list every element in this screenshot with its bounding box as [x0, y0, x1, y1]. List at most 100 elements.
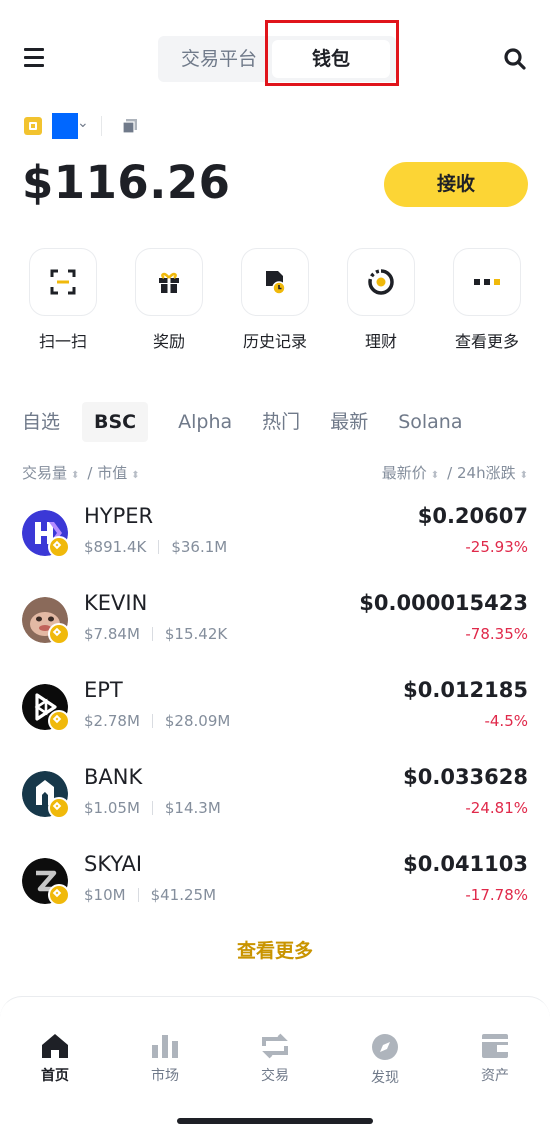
- compass-icon: [372, 1034, 398, 1060]
- quick-action-label: 查看更多: [454, 332, 519, 351]
- nav-label: 首页: [41, 1068, 69, 1084]
- bnb-chain-badge-icon: [48, 623, 70, 645]
- token-change: -78.35%: [465, 625, 528, 643]
- chart-icon: [152, 1035, 178, 1058]
- sort-icon[interactable]: ⬍: [431, 470, 439, 481]
- quick-action-rewards[interactable]: 奖励: [133, 248, 205, 352]
- token-stats: $10M $41.25M: [84, 886, 216, 904]
- bnb-chain-badge-icon: [48, 884, 70, 906]
- home-icon: [42, 1034, 68, 1058]
- token-mcap: $28.09M: [164, 712, 231, 730]
- token-mcap: $41.25M: [150, 886, 217, 904]
- tab-watchlist[interactable]: 自选: [22, 402, 60, 442]
- nav-home[interactable]: 首页: [15, 1033, 95, 1085]
- copy-icon[interactable]: [122, 118, 138, 134]
- token-volume: $891.4K: [84, 538, 147, 556]
- token-symbol: BANK: [84, 765, 143, 789]
- sort-change[interactable]: 24h涨跌: [457, 464, 516, 482]
- token-volume: $10M: [84, 886, 126, 904]
- column-header-right: 最新价 ⬍/ 24h涨跌 ⬍: [381, 464, 528, 482]
- search-icon[interactable]: [503, 47, 527, 71]
- token-price: $0.033628: [403, 765, 528, 789]
- receive-button[interactable]: 接收: [384, 162, 528, 207]
- history-icon: [266, 271, 286, 295]
- token-volume: $2.78M: [84, 712, 140, 730]
- token-symbol: HYPER: [84, 504, 154, 528]
- wallet-account-icon[interactable]: [24, 117, 42, 135]
- column-header-left: 交易量 ⬍ / 市值 ⬍: [22, 464, 140, 482]
- token-mcap: $14.3M: [164, 799, 221, 817]
- token-row-bank[interactable]: BANK $1.05M $14.3M $0.033628 -24.81%: [0, 765, 550, 858]
- market-tabs: 自选 BSC Alpha 热门 最新 Solana: [22, 402, 493, 442]
- tab-hot[interactable]: 热门: [262, 402, 300, 442]
- token-change: -17.78%: [465, 886, 528, 904]
- tab-solana[interactable]: Solana: [398, 402, 462, 442]
- quick-action-scan[interactable]: 扫一扫: [27, 248, 99, 352]
- tab-bsc[interactable]: BSC: [82, 402, 149, 442]
- nav-label: 市场: [151, 1068, 179, 1084]
- tab-alpha[interactable]: Alpha: [178, 402, 232, 442]
- quick-action-label: 历史记录: [242, 332, 307, 351]
- swap-icon: [262, 1033, 288, 1059]
- token-stats: $1.05M $14.3M: [84, 799, 221, 817]
- token-volume: $7.84M: [84, 625, 140, 643]
- token-row-kevin[interactable]: KEVIN $7.84M $15.42K $0.000015423 -78.35%: [0, 591, 550, 684]
- token-row-skyai[interactable]: SKYAI $10M $41.25M $0.041103 -17.78%: [0, 852, 550, 945]
- sort-icon[interactable]: ⬍: [131, 470, 139, 481]
- token-stats: $7.84M $15.42K: [84, 625, 227, 643]
- sort-last-price[interactable]: 最新价: [382, 464, 427, 482]
- tab-new[interactable]: 最新: [330, 402, 368, 442]
- token-change: -4.5%: [484, 712, 528, 730]
- token-price: $0.000015423: [359, 591, 528, 615]
- token-mcap: $15.42K: [164, 625, 228, 643]
- quick-action-label: 理财: [364, 332, 397, 351]
- bnb-chain-badge-icon: [48, 797, 70, 819]
- nav-label: 发现: [371, 1070, 399, 1086]
- nav-label: 交易: [261, 1068, 289, 1084]
- gift-icon: [159, 272, 179, 293]
- scan-icon: [50, 269, 76, 295]
- nav-label: 资产: [481, 1068, 509, 1084]
- sort-volume[interactable]: 交易量: [22, 464, 67, 482]
- token-price: $0.012185: [403, 678, 528, 702]
- more-icon: [474, 279, 500, 285]
- view-more-link[interactable]: 查看更多: [0, 936, 550, 963]
- bnb-chain-badge-icon: [48, 710, 70, 732]
- token-row-hyper[interactable]: HYPER $891.4K $36.1M $0.20607 -25.93%: [0, 504, 550, 597]
- nav-trade[interactable]: 交易: [235, 1033, 315, 1085]
- divider: [101, 116, 102, 136]
- quick-action-more[interactable]: 查看更多: [451, 248, 523, 352]
- token-price: $0.20607: [417, 504, 528, 528]
- highlight-box: [265, 20, 399, 86]
- sort-icon[interactable]: ⬍: [71, 470, 79, 481]
- token-change: -24.81%: [465, 799, 528, 817]
- chevron-down-icon[interactable]: ⌄: [77, 115, 89, 131]
- token-change: -25.93%: [465, 538, 528, 556]
- token-stats: $891.4K $36.1M: [84, 538, 227, 556]
- quick-action-earn[interactable]: 理财: [345, 248, 417, 352]
- nav-discover[interactable]: 发现: [345, 1033, 425, 1087]
- token-price: $0.041103: [403, 852, 528, 876]
- nav-market[interactable]: 市场: [125, 1033, 205, 1085]
- token-row-ept[interactable]: EPT $2.78M $28.09M $0.012185 -4.5%: [0, 678, 550, 771]
- account-avatar[interactable]: [52, 113, 78, 139]
- sort-mcap[interactable]: 市值: [97, 464, 127, 482]
- bnb-chain-badge-icon: [48, 536, 70, 558]
- token-volume: $1.05M: [84, 799, 140, 817]
- token-stats: $2.78M $28.09M: [84, 712, 230, 730]
- earn-icon: [368, 269, 394, 295]
- home-indicator: [177, 1118, 373, 1124]
- quick-action-history[interactable]: 历史记录: [239, 248, 311, 352]
- token-symbol: KEVIN: [84, 591, 148, 615]
- token-mcap: $36.1M: [171, 538, 228, 556]
- tab-exchange[interactable]: 交易平台: [172, 44, 266, 74]
- token-symbol: SKYAI: [84, 852, 143, 876]
- wallet-icon: [482, 1034, 508, 1058]
- quick-action-label: 奖励: [152, 332, 185, 351]
- sort-icon[interactable]: ⬍: [520, 470, 528, 481]
- quick-action-label: 扫一扫: [38, 332, 87, 351]
- total-balance: $116.26: [22, 156, 231, 209]
- token-symbol: EPT: [84, 678, 123, 702]
- nav-assets[interactable]: 资产: [455, 1033, 535, 1085]
- hamburger-menu-icon[interactable]: [24, 48, 44, 68]
